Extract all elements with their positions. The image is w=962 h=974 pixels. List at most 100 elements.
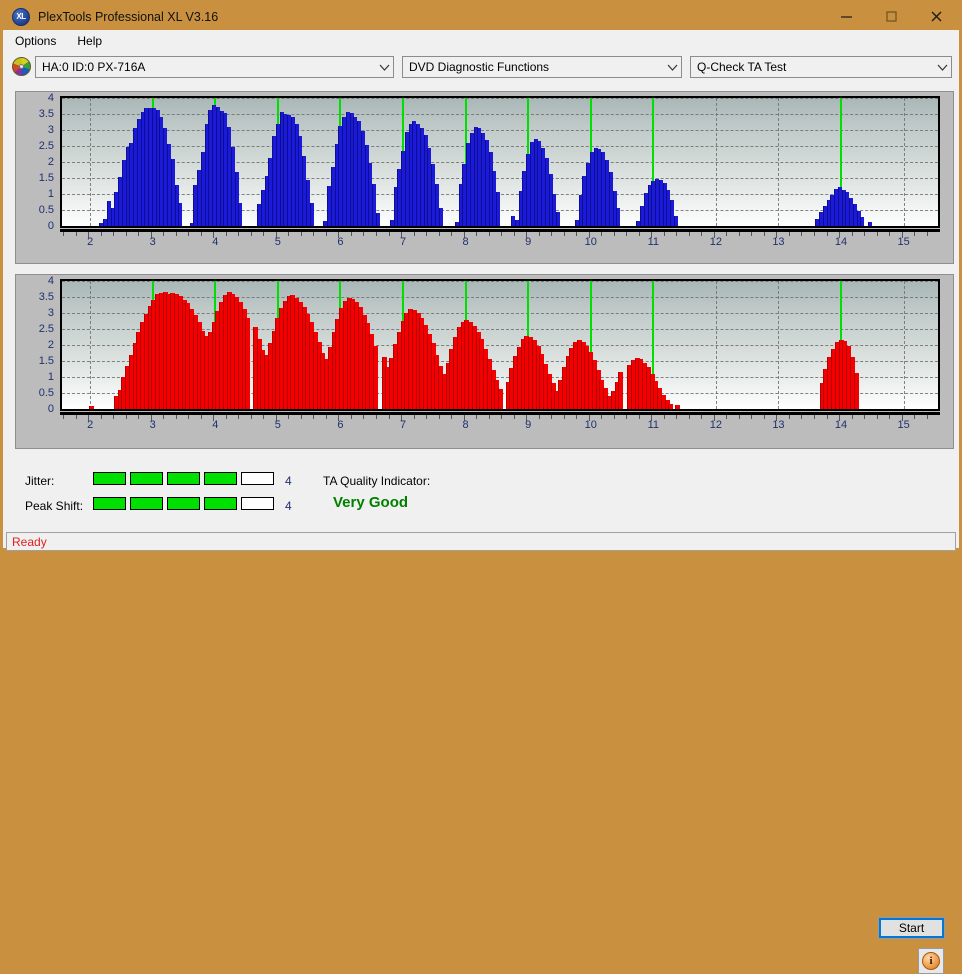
title-bar: XL PlexTools Professional XL V3.16 <box>3 3 959 30</box>
function-select-value: DVD Diagnostic Functions <box>409 60 550 74</box>
drive-select-value: HA:0 ID:0 PX-716A <box>42 60 146 74</box>
x-tick <box>738 232 740 236</box>
x-tick <box>551 232 553 236</box>
x-tick <box>125 232 127 236</box>
x-tick <box>801 415 803 419</box>
x-tick <box>638 415 640 419</box>
x-tick <box>413 232 415 236</box>
x-tick-label: 2 <box>87 419 94 431</box>
x-tick <box>288 415 290 419</box>
gridline-vertical <box>715 98 717 226</box>
chart-bar <box>674 405 680 409</box>
x-tick <box>438 415 440 419</box>
x-tick-label: 3 <box>149 236 156 248</box>
x-tick <box>563 232 565 236</box>
x-tick <box>300 415 302 419</box>
x-ticks-top <box>60 232 940 238</box>
drive-select[interactable]: HA:0 ID:0 PX-716A <box>35 56 394 78</box>
gridline-horizontal <box>62 98 938 99</box>
gridline-vertical <box>778 281 780 409</box>
jitter-value: 4 <box>285 474 292 488</box>
x-tick <box>576 415 578 419</box>
x-tick-label: 13 <box>772 236 785 248</box>
x-tick-label: 12 <box>709 419 722 431</box>
y-tick-label: 0.5 <box>38 204 54 216</box>
chart-bar <box>668 404 674 409</box>
x-tick <box>163 415 165 419</box>
x-tick <box>100 415 102 419</box>
y-tick-label: 2 <box>47 339 54 351</box>
x-tick <box>538 415 540 419</box>
chart-bar <box>618 372 624 409</box>
x-tick-label: 7 <box>399 419 407 431</box>
chart-bar <box>498 389 504 409</box>
gauge-segment <box>93 497 126 510</box>
x-tick <box>501 232 503 236</box>
x-tick <box>563 415 565 419</box>
x-tick <box>876 232 878 236</box>
jitter-label: Jitter: <box>25 474 55 488</box>
close-button[interactable] <box>914 3 959 30</box>
toolbar: HA:0 ID:0 PX-716A DVD Diagnostic Functio… <box>3 51 959 85</box>
x-tick <box>75 415 77 419</box>
y-tick-label: 2.5 <box>38 140 54 152</box>
maximize-button[interactable] <box>869 3 914 30</box>
minimize-button[interactable] <box>824 3 869 30</box>
function-select[interactable]: DVD Diagnostic Functions <box>402 56 682 78</box>
y-tick-label: 0 <box>47 220 54 232</box>
x-tick <box>175 232 177 236</box>
peak-shift-label: Peak Shift: <box>25 499 84 513</box>
x-tick <box>238 232 240 236</box>
chart-bar <box>867 222 872 226</box>
menu-item-help[interactable]: Help <box>68 32 111 50</box>
x-tick <box>889 415 891 419</box>
x-tick <box>250 415 252 419</box>
x-tick <box>138 232 140 236</box>
x-tick-label: 12 <box>709 236 722 248</box>
y-axis-labels-top: 0 0.5 1 1.5 2 2.5 3 3.5 4 <box>16 92 58 263</box>
chevron-down-icon <box>375 57 393 77</box>
y-tick-label: 3 <box>47 124 54 136</box>
chart-bar <box>245 317 251 409</box>
x-tick <box>375 415 377 419</box>
x-tick <box>175 415 177 419</box>
chart-bar <box>853 373 859 409</box>
x-tick <box>788 232 790 236</box>
gridline-vertical <box>903 281 905 409</box>
y-tick-label: 4 <box>47 275 54 287</box>
gridline-horizontal <box>62 114 938 115</box>
x-tick-label: 3 <box>149 419 156 431</box>
x-tick <box>163 232 165 236</box>
test-select[interactable]: Q-Check TA Test <box>690 56 952 78</box>
x-tick <box>125 415 127 419</box>
info-button[interactable]: i <box>918 948 944 974</box>
x-tick <box>601 415 603 419</box>
x-tick <box>476 415 478 419</box>
chart-bar <box>860 217 865 226</box>
chart-bar <box>673 216 678 226</box>
x-tick <box>288 232 290 236</box>
x-tick-label: 7 <box>399 236 407 248</box>
gauge-segment <box>204 497 237 510</box>
y-tick-label: 1 <box>47 371 54 383</box>
x-tick-label: 15 <box>897 236 910 248</box>
x-tick <box>626 415 628 419</box>
test-select-value: Q-Check TA Test <box>697 60 787 74</box>
x-tick <box>188 232 190 236</box>
x-tick <box>313 415 315 419</box>
results-panel: Jitter: 4 Peak Shift: 4 TA Quality Indic… <box>3 455 959 974</box>
gridline-horizontal <box>62 178 938 179</box>
menu-item-options[interactable]: Options <box>6 32 65 50</box>
x-tick <box>225 415 227 419</box>
start-button[interactable]: Start <box>878 917 945 939</box>
gauge-segment <box>241 497 274 510</box>
x-tick <box>576 232 578 236</box>
x-tick <box>388 415 390 419</box>
x-tick-label: 4 <box>212 419 219 431</box>
x-tick <box>476 232 478 236</box>
x-tick <box>363 415 365 419</box>
x-tick <box>663 232 665 236</box>
x-tick <box>188 415 190 419</box>
status-text: Ready <box>12 534 47 549</box>
chart-bar <box>375 213 380 226</box>
